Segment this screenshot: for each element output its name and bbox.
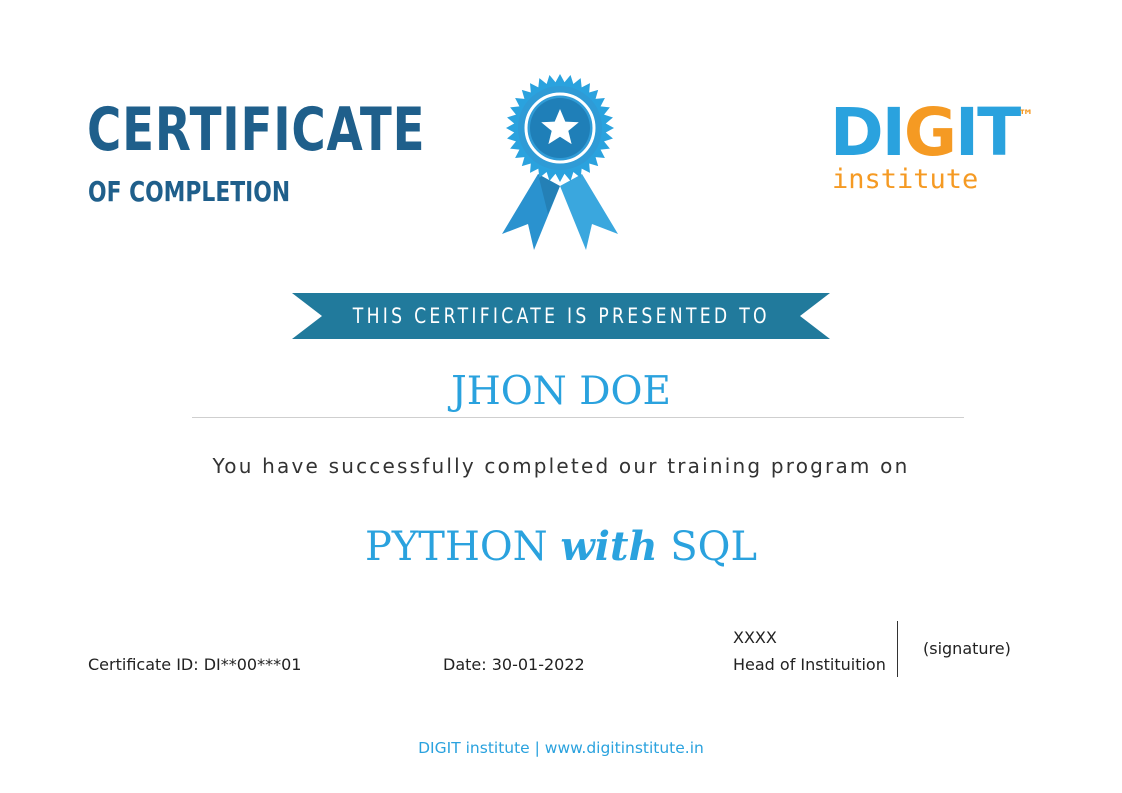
certificate-title: CERTIFICATE — [87, 95, 426, 165]
signer-title: Head of Instituition — [733, 655, 886, 674]
completion-message: You have successfully completed our trai… — [212, 454, 910, 478]
signer-name: XXXX — [733, 628, 777, 647]
course-title: PYTHON with SQL — [364, 523, 758, 570]
digit-institute-logo: DIGIT ™ institute — [830, 100, 1050, 200]
logo-subtitle: institute — [832, 164, 979, 195]
logo-wordmark: DIGIT — [830, 94, 1021, 171]
award-ribbon-star-icon — [502, 74, 618, 250]
institute-website-line: DIGIT institute | www.digitinstitute.in — [418, 739, 704, 757]
issue-date: Date: 30-01-2022 — [443, 655, 585, 674]
logo-trademark: ™ — [1018, 106, 1034, 125]
certificate-subtitle: OF COMPLETION — [88, 175, 291, 208]
recipient-name: JHON DOE — [451, 369, 671, 414]
signature-divider — [897, 621, 898, 677]
signature-placeholder: (signature) — [923, 639, 1011, 658]
name-underline — [192, 417, 964, 418]
banner-text: THIS CERTIFICATE IS PRESENTED TO — [352, 304, 770, 328]
certificate-page: CERTIFICATE OF COMPLETION DIGIT ™ instit… — [0, 0, 1122, 793]
certificate-id: Certificate ID: DI**00***01 — [88, 655, 302, 674]
